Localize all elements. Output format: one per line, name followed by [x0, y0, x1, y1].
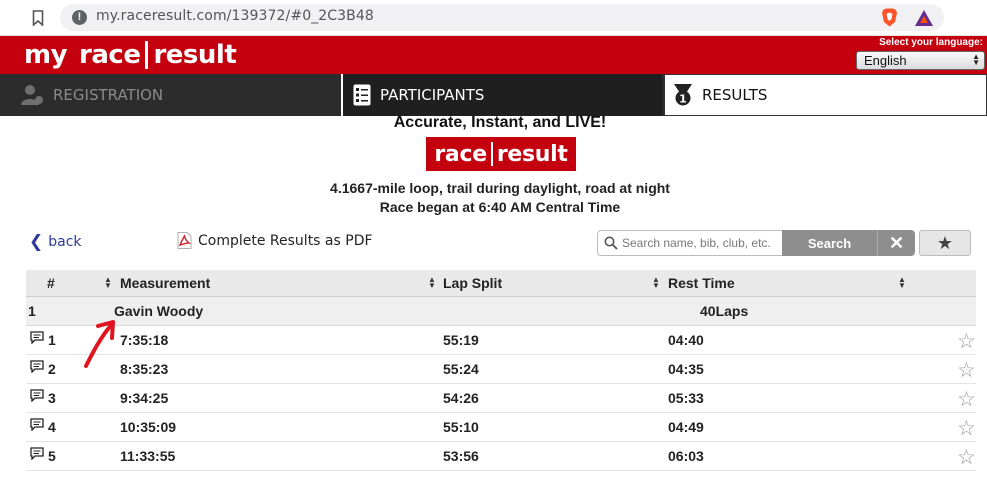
- comment-icon[interactable]: [30, 418, 44, 431]
- favorites-button[interactable]: ★: [919, 230, 971, 256]
- rest-time: 04:49: [668, 419, 704, 435]
- search-icon: [604, 236, 618, 250]
- back-link[interactable]: ❮ back: [29, 232, 82, 252]
- main-nav: REGISTRATION PARTICIPANTS 1 RESULTS: [0, 74, 987, 116]
- logo-result: result: [153, 40, 237, 70]
- lap-number: 4: [48, 419, 56, 435]
- sort-icon[interactable]: ▲ ▼: [428, 276, 436, 290]
- language-value: English: [864, 53, 907, 68]
- participant-laps: 40Laps: [700, 303, 749, 319]
- star-icon[interactable]: ☆: [957, 416, 976, 441]
- url-text[interactable]: my.raceresult.com/139372/#0_2C3B48: [96, 8, 374, 24]
- raceresult-logo: race result: [426, 137, 576, 171]
- star-icon[interactable]: ☆: [957, 387, 976, 412]
- lap-measurement: 7:35:18: [120, 332, 169, 348]
- logo-race: race: [79, 40, 141, 70]
- comment-icon[interactable]: [30, 389, 44, 402]
- lap-split: 53:56: [443, 448, 479, 464]
- header-rank[interactable]: #: [47, 275, 55, 291]
- sort-icon[interactable]: ▲ ▼: [652, 276, 660, 290]
- lap-number: 5: [48, 448, 56, 464]
- rest-time: 04:35: [668, 361, 704, 377]
- lap-measurement: 11:33:55: [120, 448, 176, 464]
- header-lap-split[interactable]: Lap Split: [443, 275, 502, 291]
- lap-measurement: 9:34:25: [120, 390, 169, 406]
- logo-my: my: [24, 40, 68, 70]
- table-row[interactable]: 4 10:35:09 55:10 04:49 ☆: [26, 413, 976, 442]
- tab-results-label: RESULTS: [702, 86, 768, 104]
- back-label: back: [48, 234, 82, 250]
- tab-participants-label: PARTICIPANTS: [380, 86, 485, 104]
- lap-split: 55:19: [443, 332, 479, 348]
- pdf-label: Complete Results as PDF: [198, 232, 373, 249]
- my-raceresult-logo[interactable]: my race result: [24, 39, 237, 71]
- star-icon[interactable]: ☆: [957, 445, 976, 470]
- brave-rewards-icon[interactable]: [914, 9, 934, 27]
- complete-results-pdf-link[interactable]: Complete Results as PDF: [177, 232, 373, 249]
- language-select[interactable]: English ▲ ▼: [856, 51, 985, 70]
- lap-measurement: 8:35:23: [120, 361, 169, 377]
- participant-group-row[interactable]: 1 Gavin Woody 40Laps: [26, 297, 976, 326]
- table-row[interactable]: 1 7:35:18 55:19 04:40 ☆: [26, 326, 976, 355]
- search-input[interactable]: Search name, bib, club, etc.: [597, 230, 783, 256]
- comment-icon[interactable]: [30, 360, 44, 373]
- lap-split: 54:26: [443, 390, 479, 406]
- rr-logo-race: race: [434, 141, 487, 167]
- table-row[interactable]: 2 8:35:23 55:24 04:35 ☆: [26, 355, 976, 384]
- event-subtitle-start: Race began at 6:40 AM Central Time: [379, 199, 621, 215]
- search-button[interactable]: Search: [782, 230, 877, 256]
- header-rest-time[interactable]: Rest Time: [668, 275, 735, 291]
- medal-icon: 1: [674, 84, 692, 106]
- participants-list-icon: [353, 84, 371, 106]
- tab-registration-label: REGISTRATION: [53, 86, 164, 104]
- svg-text:1: 1: [679, 93, 687, 106]
- participant-name[interactable]: Gavin Woody: [114, 303, 203, 319]
- brave-shield-icon[interactable]: [881, 8, 898, 27]
- tab-results[interactable]: 1 RESULTS: [664, 74, 987, 116]
- table-row[interactable]: 3 9:34:25 54:26 05:33 ☆: [26, 384, 976, 413]
- table-header: # ▲ ▼ Measurement ▲ ▼ Lap Split ▲ ▼ Rest Ti…: [26, 270, 976, 297]
- language-label: Select your language:: [879, 37, 983, 48]
- user-icon: [21, 85, 43, 105]
- rr-logo-separator: [490, 142, 493, 166]
- star-icon[interactable]: ☆: [957, 329, 976, 354]
- comment-icon[interactable]: [30, 447, 44, 460]
- lap-split: 55:10: [443, 419, 479, 435]
- table-row[interactable]: 5 11:33:55 53:56 06:03 ☆: [26, 442, 976, 471]
- comment-icon[interactable]: [30, 331, 44, 344]
- site-info-icon[interactable]: !: [72, 10, 87, 25]
- tab-registration[interactable]: REGISTRATION: [0, 74, 340, 116]
- participant-rank: 1: [28, 303, 36, 319]
- tab-participants[interactable]: PARTICIPANTS: [341, 74, 662, 116]
- rr-logo-result: result: [496, 141, 568, 167]
- pdf-icon: [177, 232, 192, 249]
- rest-time: 04:40: [668, 332, 704, 348]
- event-headline: Accurate, Instant, and LIVE!: [393, 114, 607, 131]
- browser-toolbar: ! my.raceresult.com/139372/#0_2C3B48: [0, 0, 987, 36]
- lap-number: 1: [48, 332, 56, 348]
- lap-number: 3: [48, 390, 56, 406]
- chevron-left-icon: ❮: [29, 232, 44, 252]
- bookmark-icon[interactable]: [32, 10, 44, 26]
- site-header: my race result Select your language: Eng…: [0, 36, 987, 74]
- lap-measurement: 10:35:09: [120, 419, 177, 435]
- star-icon[interactable]: ☆: [957, 358, 976, 383]
- annotation-arrow-icon: [84, 320, 115, 368]
- rest-time: 05:33: [668, 390, 704, 406]
- clear-search-button[interactable]: ✕: [877, 230, 915, 256]
- lap-number: 2: [48, 361, 56, 377]
- header-measurement[interactable]: Measurement: [120, 275, 210, 291]
- logo-separator: [145, 41, 149, 69]
- select-arrows-icon: ▲ ▼: [972, 52, 980, 67]
- rest-time: 06:03: [668, 448, 704, 464]
- event-subtitle-course: 4.1667-mile loop, trail during daylight,…: [330, 180, 670, 196]
- sort-icon[interactable]: ▲ ▼: [104, 276, 112, 290]
- sort-icon[interactable]: ▲ ▼: [898, 276, 906, 290]
- lap-split: 55:24: [443, 361, 479, 377]
